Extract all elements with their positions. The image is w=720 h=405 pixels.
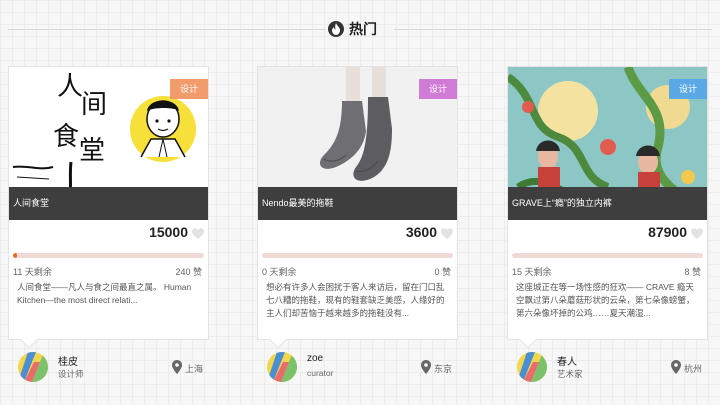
creator-info[interactable]: zoe curator 东京: [257, 350, 457, 384]
creator-name[interactable]: 春人: [557, 353, 577, 368]
section-title-wrap: 热门: [328, 18, 392, 40]
artwork-char: 堂: [79, 136, 105, 166]
category-tag[interactable]: 设计: [669, 79, 707, 99]
like-count: 0 赞: [434, 267, 451, 277]
location-pin-icon: [421, 360, 431, 374]
section-header: 热门: [0, 14, 720, 44]
fire-icon: [328, 21, 344, 37]
project-description: 想必有许多人会困扰于客人来访后，留在门口乱七八糟的拖鞋，现有的鞋套缺乏美感，人缘…: [266, 282, 445, 318]
header-divider-right: [394, 29, 712, 30]
creator-role: 艺术家: [557, 369, 583, 379]
heart-icon[interactable]: [440, 227, 454, 241]
artwork-char: 食: [53, 122, 79, 152]
project-title[interactable]: 人间食堂: [9, 187, 208, 220]
section-title: 热门: [349, 21, 377, 37]
creator-city: 上海: [185, 364, 204, 374]
header-divider-left: [8, 29, 326, 30]
project-card[interactable]: 人 间 食 堂 设计 人间食堂 15000 11 天剩余 240 赞 人间食堂—…: [8, 66, 209, 349]
heart-icon[interactable]: [191, 227, 205, 241]
location-pin-icon: [671, 360, 681, 374]
heart-icon[interactable]: [690, 227, 704, 241]
project-card[interactable]: 设计 GRAVE上“瘾”的独立内裤 87900 15 天剩余 8 赞 这座城正在…: [507, 66, 708, 349]
creator-info[interactable]: 春人 艺术家 杭州: [507, 350, 707, 384]
days-remaining: 15 天剩余: [512, 267, 552, 277]
category-tag[interactable]: 设计: [170, 79, 208, 99]
creator-info[interactable]: 桂皮 设计师 上海: [8, 350, 208, 384]
avatar[interactable]: [267, 352, 297, 382]
days-remaining: 0 天剩余: [262, 267, 297, 277]
days-remaining: 11 天剩余: [13, 267, 52, 277]
creator-city: 杭州: [684, 364, 703, 374]
like-count: 8 赞: [684, 267, 701, 277]
creator-city: 东京: [434, 364, 453, 374]
project-card[interactable]: 设计 Nendo最美的拖鞋 3600 0 天剩余 0 赞 想必有许多人会困扰于客…: [257, 66, 458, 349]
creator-name[interactable]: zoe: [307, 353, 323, 364]
like-count: 240 赞: [175, 267, 202, 277]
category-tag[interactable]: 设计: [419, 79, 457, 99]
project-description: 人间食堂——凡人与食之间最直之属。 Human Kitchen—the most…: [17, 282, 192, 305]
location-pin-icon: [172, 360, 182, 374]
progress-fill: [13, 253, 17, 258]
funding-amount: 3600: [405, 224, 437, 240]
funding-amount: 87900: [648, 224, 687, 240]
progress-bar: [13, 253, 204, 258]
avatar[interactable]: [18, 352, 48, 382]
creator-name[interactable]: 桂皮: [58, 353, 78, 368]
artwork-char: 间: [81, 90, 107, 120]
card-pointer: [519, 331, 537, 349]
funding-amount: 15000: [149, 224, 188, 240]
progress-bar: [262, 253, 453, 258]
card-pointer: [20, 331, 38, 349]
avatar[interactable]: [517, 352, 547, 382]
project-description: 这座城正在等一场性感的狂欢—— CRAVE 瘾天空飘过第八朵蘑菇形状的云朵，第七…: [516, 282, 695, 318]
project-title[interactable]: GRAVE上“瘾”的独立内裤: [508, 187, 707, 220]
artwork-char: 人: [57, 72, 83, 102]
project-title[interactable]: Nendo最美的拖鞋: [258, 187, 457, 220]
creator-role: curator: [307, 368, 334, 378]
progress-bar: [512, 253, 703, 258]
creator-role: 设计师: [58, 369, 84, 379]
card-pointer: [269, 331, 287, 349]
